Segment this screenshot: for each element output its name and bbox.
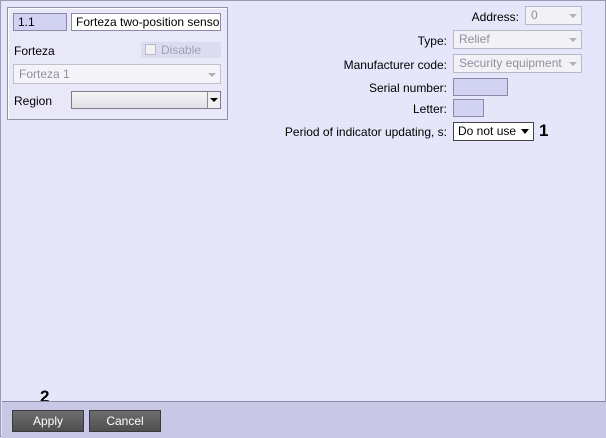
type-select[interactable]: Relief — [453, 30, 582, 49]
parent-device-select[interactable]: Forteza 1 — [13, 64, 221, 84]
apply-button[interactable]: Apply — [12, 410, 84, 432]
period-value: Do not use — [458, 124, 517, 138]
chevron-down-icon — [208, 73, 216, 77]
address-value: 0 — [531, 8, 538, 22]
object-panel: 1.1 Forteza two-position sensor 1 Fortez… — [7, 7, 228, 120]
address-select[interactable]: 0 — [525, 6, 582, 25]
object-name-field[interactable]: Forteza two-position sensor 1 — [71, 13, 221, 31]
manufacturer-code-select[interactable]: Security equipment — [453, 54, 582, 73]
chevron-down-icon — [569, 14, 577, 18]
checkbox-icon[interactable] — [145, 44, 156, 55]
letter-label: Letter: — [412, 102, 447, 116]
object-id-field[interactable]: 1.1 — [13, 13, 67, 31]
dropdown-arrow-icon[interactable] — [207, 92, 220, 108]
chevron-down-icon — [569, 62, 577, 66]
period-label: Period of indicator updating, s: — [284, 125, 447, 139]
serial-number-label: Serial number: — [368, 81, 447, 95]
letter-input[interactable] — [453, 99, 484, 117]
disable-checkbox[interactable]: Disable — [141, 42, 221, 58]
bottom-toolbar: Apply Cancel — [2, 401, 606, 438]
manufacturer-code-value: Security equipment — [459, 56, 562, 70]
cancel-button[interactable]: Cancel — [89, 410, 161, 432]
parent-device-value: Forteza 1 — [19, 67, 70, 81]
callout-1: 1 — [539, 121, 549, 140]
manufacturer-code-label: Manufacturer code: — [343, 58, 447, 72]
chevron-down-icon — [521, 129, 529, 134]
type-label: Type: — [417, 34, 447, 48]
serial-number-input[interactable] — [453, 78, 508, 96]
disable-label: Disable — [161, 43, 202, 57]
system-label: Forteza — [14, 44, 55, 58]
period-select[interactable]: Do not use — [453, 122, 534, 141]
chevron-down-icon — [569, 38, 577, 42]
region-label: Region — [14, 94, 53, 108]
address-label: Address: — [471, 10, 519, 24]
region-select[interactable] — [71, 91, 221, 109]
type-value: Relief — [459, 32, 490, 46]
settings-panel: 1.1 Forteza two-position sensor 1 Fortez… — [0, 0, 606, 438]
